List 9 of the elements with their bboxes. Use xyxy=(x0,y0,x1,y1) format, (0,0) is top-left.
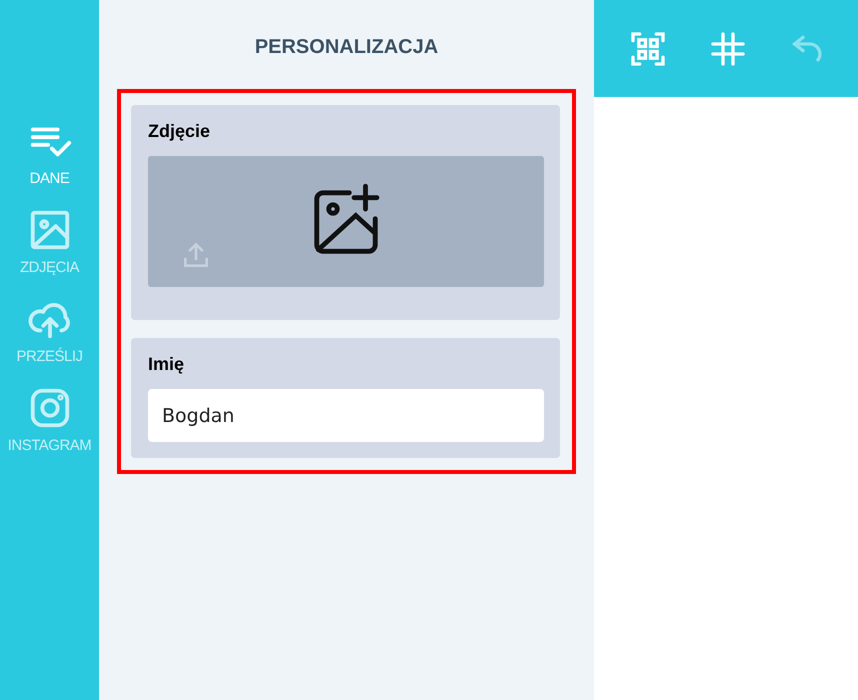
sidebar-item[interactable]: ZDJĘCIA xyxy=(0,207,99,276)
sidebar-item[interactable]: INSTAGRAM xyxy=(0,385,99,454)
panel-title: PERSONALIZACJA xyxy=(254,36,438,59)
name-input-field[interactable]: Bogdan xyxy=(148,389,544,442)
sidebar-item[interactable]: DANE xyxy=(0,118,99,187)
sidebar-item[interactable]: PRZEŚLIJ xyxy=(0,296,99,365)
field-label: Imię xyxy=(148,354,186,375)
field-label: Zdjęcie xyxy=(148,121,212,142)
image-drop-area[interactable] xyxy=(148,156,544,287)
